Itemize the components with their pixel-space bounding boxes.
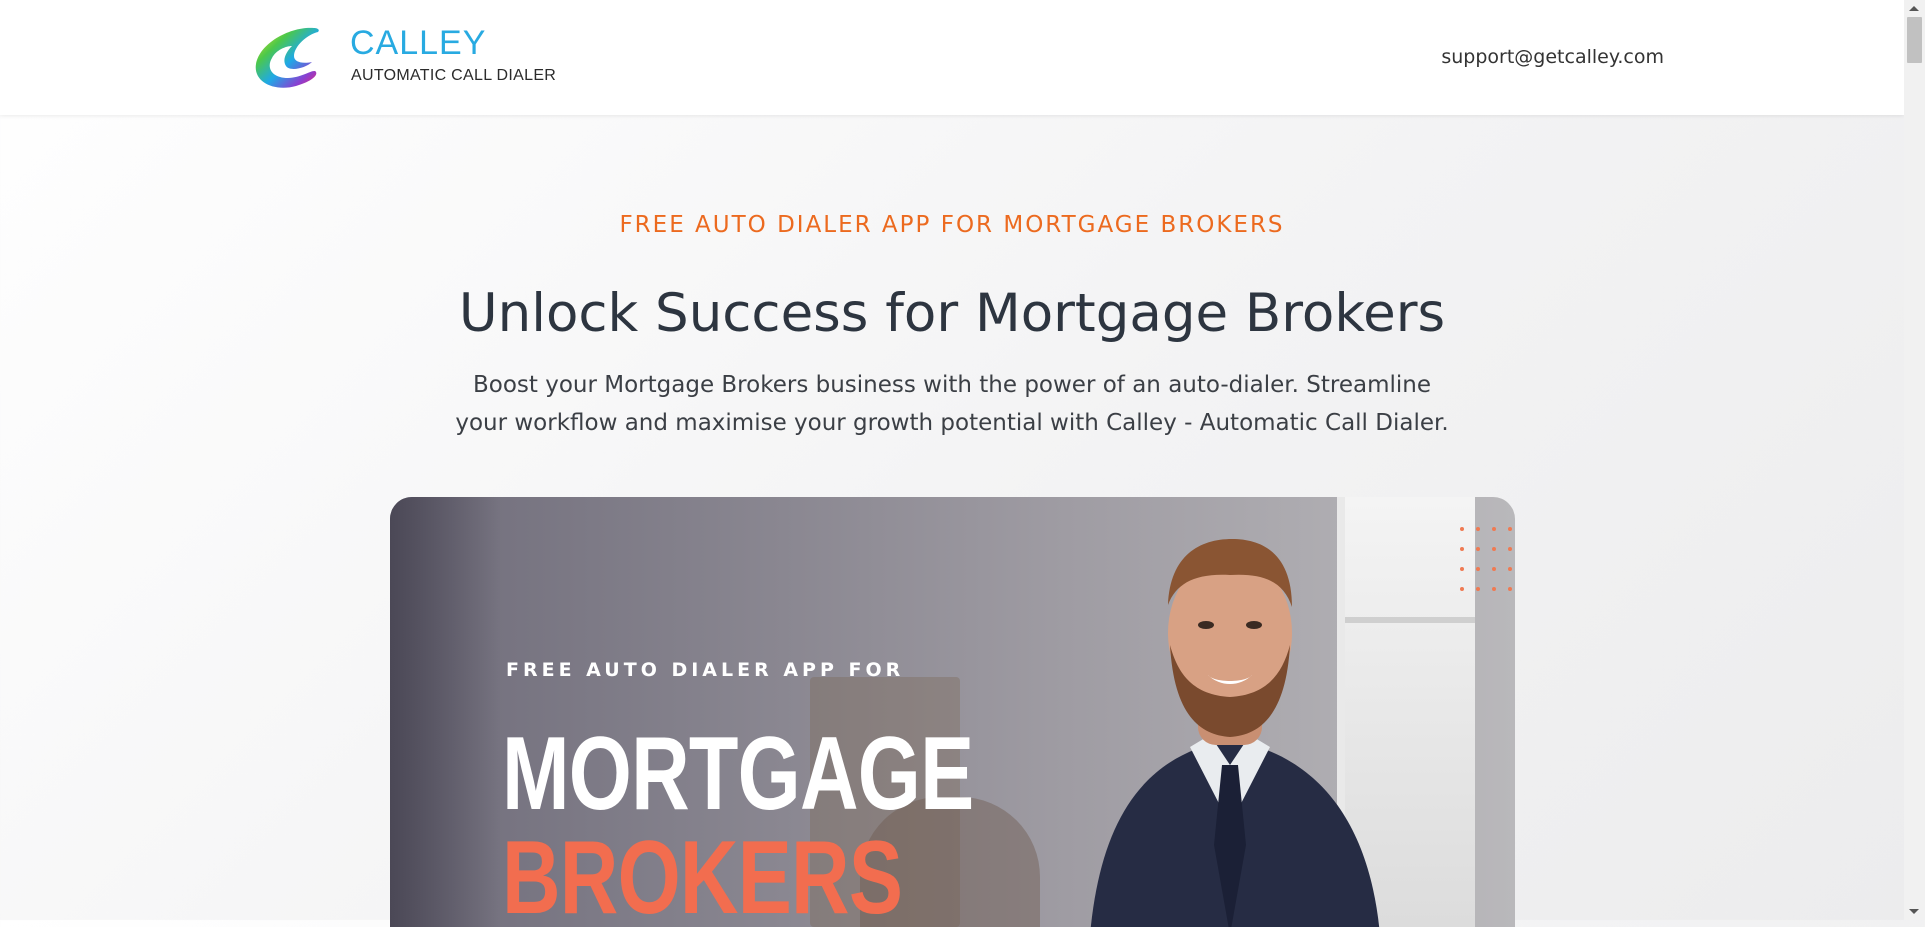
hero-title-line1: MORTGAGE (502, 716, 974, 832)
decorative-dot (1508, 527, 1512, 531)
decorative-dot (1492, 547, 1496, 551)
decorative-dot (1508, 547, 1512, 551)
vertical-scrollbar[interactable] (1904, 0, 1925, 920)
hero-left-shade (390, 497, 500, 927)
hero-pre-title: FREE AUTO DIALER APP FOR (506, 659, 905, 681)
page-subtext: Boost your Mortgage Brokers business wit… (455, 372, 1449, 436)
decorative-dot (1460, 547, 1464, 551)
support-email-link[interactable]: support@getcalley.com (1441, 46, 1664, 68)
decorative-dot (1476, 587, 1480, 591)
decorative-dot (1508, 567, 1512, 571)
decorative-dot (1492, 567, 1496, 571)
page-headline: Unlock Success for Mortgage Brokers (458, 283, 1446, 344)
scroll-down-arrow-icon[interactable] (1909, 909, 1919, 914)
decorative-dot (1476, 527, 1480, 531)
scroll-up-arrow-icon[interactable] (1909, 6, 1919, 11)
section-eyebrow: FREE AUTO DIALER APP FOR MORTGAGE BROKER… (619, 212, 1285, 238)
scrollbar-thumb[interactable] (1907, 17, 1922, 63)
businessman-illustration (1090, 539, 1380, 927)
decorative-dot (1460, 567, 1464, 571)
decorative-dot (1492, 527, 1496, 531)
brand-name[interactable]: CALLEY (350, 24, 486, 63)
hero-title-line2: BROKERS (502, 820, 903, 927)
decorative-dot (1508, 587, 1512, 591)
calley-logo-icon[interactable] (252, 24, 324, 92)
decorative-dot (1492, 587, 1496, 591)
decorative-dot (1460, 587, 1464, 591)
decorative-dot (1476, 567, 1480, 571)
site-header: CALLEY AUTOMATIC CALL DIALER support@get… (0, 0, 1904, 115)
brand-tagline: AUTOMATIC CALL DIALER (351, 67, 557, 84)
decorative-dot (1460, 527, 1464, 531)
hero-banner-image: FREE AUTO DIALER APP FOR MORTGAGE BROKER… (390, 497, 1515, 927)
decorative-dot (1476, 547, 1480, 551)
